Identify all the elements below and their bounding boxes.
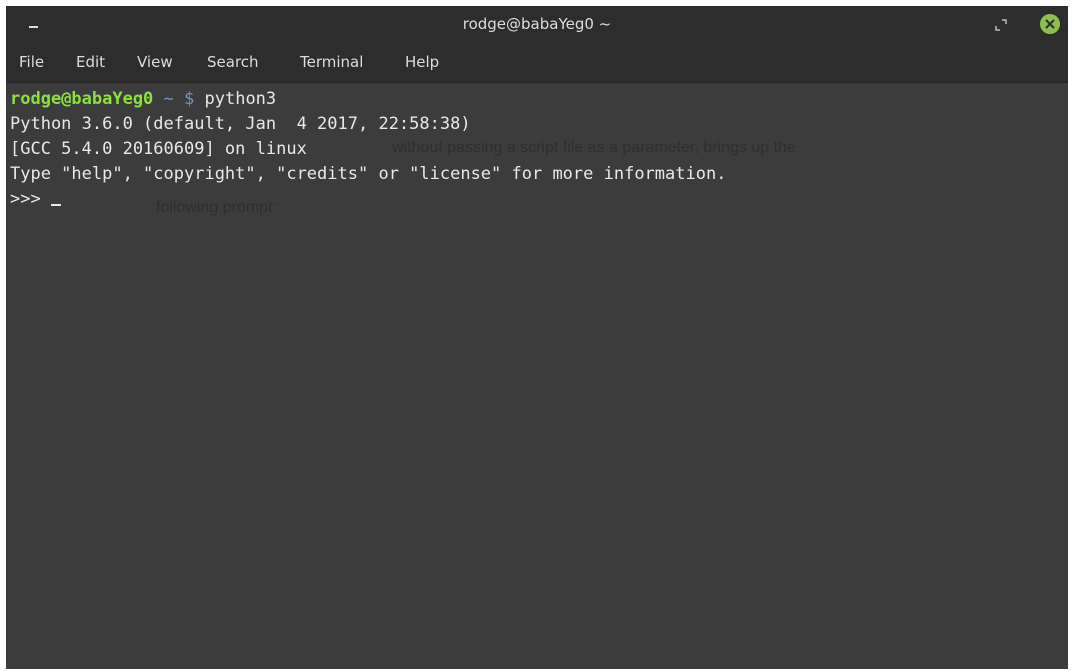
close-button[interactable] (1040, 14, 1060, 34)
terminal-window: rodge@babaYeg0 ~ File Edit View Search T… (6, 6, 1068, 669)
title-bar[interactable]: rodge@babaYeg0 ~ (6, 6, 1068, 44)
menu-help[interactable]: Help (405, 53, 439, 71)
prompt-line: rodge@babaYeg0 ~ $ python3 (10, 89, 276, 109)
maximize-icon (995, 19, 1007, 31)
close-icon (1045, 19, 1055, 29)
window-title: rodge@babaYeg0 ~ (462, 15, 612, 33)
maximize-button[interactable] (990, 14, 1014, 36)
command-text: python3 (194, 89, 277, 109)
text-cursor (50, 204, 61, 206)
background-text-line1: without passing a script file as a param… (392, 139, 796, 156)
menu-search[interactable]: Search (207, 53, 259, 71)
terminal-area[interactable]: without passing a script file as a param… (6, 83, 1068, 669)
repl-prompt: >>> (10, 189, 41, 209)
output-line: Type "help", "copyright", "credits" or "… (10, 164, 727, 184)
prompt-path: ~ (153, 89, 185, 109)
output-line: [GCC 5.4.0 20160609] on linux (10, 139, 307, 159)
menu-edit[interactable]: Edit (76, 53, 105, 71)
menu-file[interactable]: File (19, 53, 44, 71)
background-text-line2: following prompt: (156, 199, 277, 216)
prompt-user: rodge@babaYeg0 (10, 89, 154, 109)
menu-view[interactable]: View (137, 53, 173, 71)
repl-prompt-line: >>> (10, 189, 61, 209)
menu-bar: File Edit View Search Terminal Help (6, 44, 1068, 83)
menu-terminal[interactable]: Terminal (300, 53, 363, 71)
output-line: Python 3.6.0 (default, Jan 4 2017, 22:58… (10, 114, 471, 134)
prompt-symbol: $ (184, 89, 195, 109)
